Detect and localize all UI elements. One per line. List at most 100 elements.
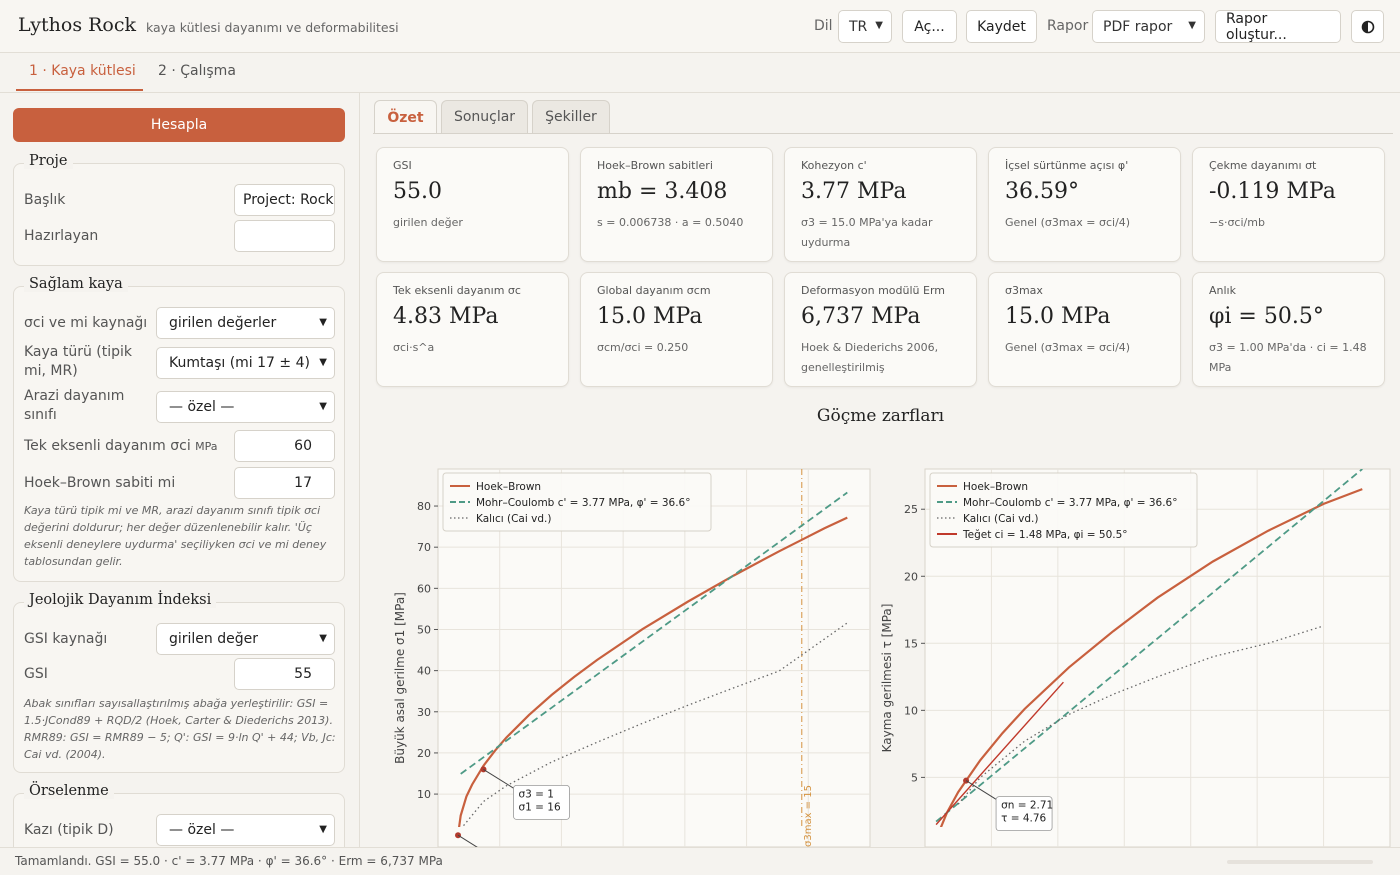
card-subtitle: s = 0.006738 · a = 0.5040 <box>597 216 744 229</box>
card-value: 55.0 <box>393 179 442 204</box>
card-subtitle: −s·σci/mb <box>1209 216 1265 229</box>
chevron-down-icon: ▼ <box>319 633 327 644</box>
source-select[interactable]: girilen değerler ▼ <box>156 307 335 339</box>
y-tick-label: 5 <box>911 771 918 784</box>
y-axis-label: Büyük asal gerilme σ1 [MPa] <box>393 592 407 764</box>
card-value: 15.0 MPa <box>597 304 703 329</box>
top-bar: Lythos Rock kaya kütlesi dayanımı ve def… <box>0 0 1400 53</box>
y-tick-label: 10 <box>904 704 918 717</box>
excavation-label: Kazı (tipik D) <box>24 822 114 838</box>
title-field[interactable]: Project: Rock <box>234 184 335 216</box>
chevron-down-icon: ▼ <box>319 401 327 412</box>
author-field[interactable] <box>234 220 335 252</box>
legend-label: Hoek–Brown <box>963 481 1028 493</box>
excavation-value: — özel — <box>169 822 235 838</box>
gsi-label: GSI <box>24 666 48 682</box>
tab-figures[interactable]: Şekiller <box>532 100 610 133</box>
compute-button[interactable]: Hesapla <box>13 108 345 142</box>
section-title: Örselenme <box>24 783 114 799</box>
card-value: mb = 3.408 <box>597 179 728 204</box>
tab-summary[interactable]: Özet <box>374 100 437 134</box>
generate-report-button[interactable]: Rapor oluştur... <box>1215 10 1341 43</box>
card-title: Deformasyon modülü Erm <box>801 284 945 297</box>
legend-label: Hoek–Brown <box>476 481 541 493</box>
card-title: Tek eksenli dayanım σc <box>393 284 521 297</box>
gsi-source-label: GSI kaynağı <box>24 631 108 647</box>
card-title: İçsel sürtünme açısı φ' <box>1005 159 1129 172</box>
annotation-text: σ1 = 16 <box>518 801 560 813</box>
tab-divider <box>373 133 1393 134</box>
summary-card: Çekme dayanımı σt -0.119 MPa −s·σci/mb <box>1192 147 1385 262</box>
disturbance-section: Örselenme Kazı (tipik D) — özel — ▼ <box>13 783 345 847</box>
legend: Hoek–Brown Mohr–Coulomb c' = 3.77 MPa, φ'… <box>442 472 712 532</box>
principal-stress-chart: 10 20 30 40 50 60 70 80 Büyük asal gerilme σ1 [M… <box>393 468 871 847</box>
field-strength-value: — özel — <box>169 399 235 415</box>
y-tick-label: 20 <box>417 747 431 760</box>
card-value: -0.119 MPa <box>1209 179 1336 204</box>
section-title: Proje <box>24 153 73 169</box>
chevron-down-icon: ▼ <box>319 317 327 328</box>
sci-field[interactable]: 60 <box>234 430 335 462</box>
project-section: Proje Başlık Project: Rock Hazırlayan <box>13 153 345 266</box>
y-tick-label: 70 <box>417 541 431 554</box>
chevron-down-icon: ▼ <box>1188 20 1196 31</box>
legend-label: Mohr–Coulomb c' = 3.77 MPa, φ' = 36.6° <box>963 497 1177 509</box>
tab-rock-mass[interactable]: 1 · Kaya kütlesi <box>16 53 143 91</box>
y-tick-label: 40 <box>417 665 431 678</box>
card-value: φi = 50.5° <box>1209 304 1324 329</box>
y-tick-label: 25 <box>904 503 918 516</box>
app-subtitle: kaya kütlesi dayanımı ve deformabilitesi <box>146 20 399 35</box>
gsi-source-select[interactable]: girilen değer ▼ <box>156 623 335 655</box>
card-value: 3.77 MPa <box>801 179 907 204</box>
tab-results[interactable]: Sonuçlar <box>441 100 528 133</box>
theme-toggle-button[interactable] <box>1351 10 1384 43</box>
legend: Hoek–Brown Mohr–Coulomb c' = 3.77 MPa, φ'… <box>929 472 1198 548</box>
status-text: Tamamlandı. GSI = 55.0 · c' = 3.77 MPa ·… <box>15 854 443 868</box>
gsi-section: Jeolojik Dayanım İndeksi GSI kaynağı gir… <box>13 592 345 773</box>
card-title: GSI <box>393 159 412 172</box>
section-title: Jeolojik Dayanım İndeksi <box>24 592 217 608</box>
mi-label: Hoek–Brown sabiti mi <box>24 475 176 491</box>
card-subtitle: σ3 = 1.00 MPa'da · ci = 1.48 MPa <box>1209 341 1367 374</box>
sci-label: Tek eksenli dayanım σci MPa <box>24 437 218 456</box>
shear-stress-chart: 5 10 15 20 25 Kayma gerilmesi τ [MPa] σn = 2.7… <box>880 468 1391 847</box>
mi-field[interactable]: 17 <box>234 467 335 499</box>
rock-type-select[interactable]: Kumtaşı (mi 17 ± 4) ▼ <box>156 347 335 379</box>
save-button[interactable]: Kaydet <box>966 10 1037 43</box>
y-tick-label: 10 <box>417 788 431 801</box>
y-tick-label: 20 <box>904 570 918 583</box>
card-subtitle: Genel (σ3max = σci/4) <box>1005 216 1131 229</box>
card-title: Kohezyon c' <box>801 159 867 172</box>
content-area: Özet Sonuçlar Şekiller GSI 55.0 girilen de… <box>361 93 1400 847</box>
annotation-text: σ3 = 1 <box>518 788 554 800</box>
source-label: σci ve mi kaynağı <box>24 315 148 331</box>
progress-bar <box>1227 860 1373 864</box>
figure-title: Göçme zarfları <box>816 406 945 426</box>
app-title: Lythos Rock <box>18 14 137 36</box>
y-tick-label: 50 <box>417 623 431 636</box>
summary-card: Anlık φi = 50.5° σ3 = 1.00 MPa'da · ci = 1… <box>1192 272 1385 387</box>
gsi-field[interactable]: 55 <box>234 658 335 690</box>
sci-label-text: Tek eksenli dayanım σci <box>24 438 191 454</box>
chevron-down-icon: ▼ <box>319 824 327 835</box>
y-tick-label: 15 <box>904 637 918 650</box>
report-format-select[interactable]: PDF rapor ▼ <box>1092 10 1205 43</box>
open-button[interactable]: Aç... <box>902 10 957 43</box>
language-select[interactable]: TR ▼ <box>838 10 892 43</box>
field-strength-label: Arazi dayanım sınıfı <box>24 388 125 423</box>
sigma3max-label: σ3max = 15 <box>803 785 814 847</box>
card-subtitle: σcm/σci = 0.250 <box>597 341 689 354</box>
summary-card: GSI 55.0 girilen değer <box>376 147 569 262</box>
title-label: Başlık <box>24 192 66 208</box>
tab-study[interactable]: 2 · Çalışma <box>158 53 248 91</box>
summary-card: σ3max 15.0 MPa Genel (σ3max = σci/4) <box>988 272 1181 387</box>
card-value: 36.59° <box>1005 179 1079 204</box>
legend-label: Kalıcı (Cai vd.) <box>476 513 551 525</box>
card-subtitle: σ3 = 15.0 MPa'ya kadar uydurma <box>801 216 933 249</box>
excavation-select[interactable]: — özel — ▼ <box>156 814 335 846</box>
summary-card: Tek eksenli dayanım σc 4.83 MPa σci·s^a <box>376 272 569 387</box>
field-strength-select[interactable]: — özel — ▼ <box>156 391 335 423</box>
card-title: Anlık <box>1209 284 1236 297</box>
card-value: 15.0 MPa <box>1005 304 1111 329</box>
report-format-value: PDF rapor <box>1103 18 1173 35</box>
